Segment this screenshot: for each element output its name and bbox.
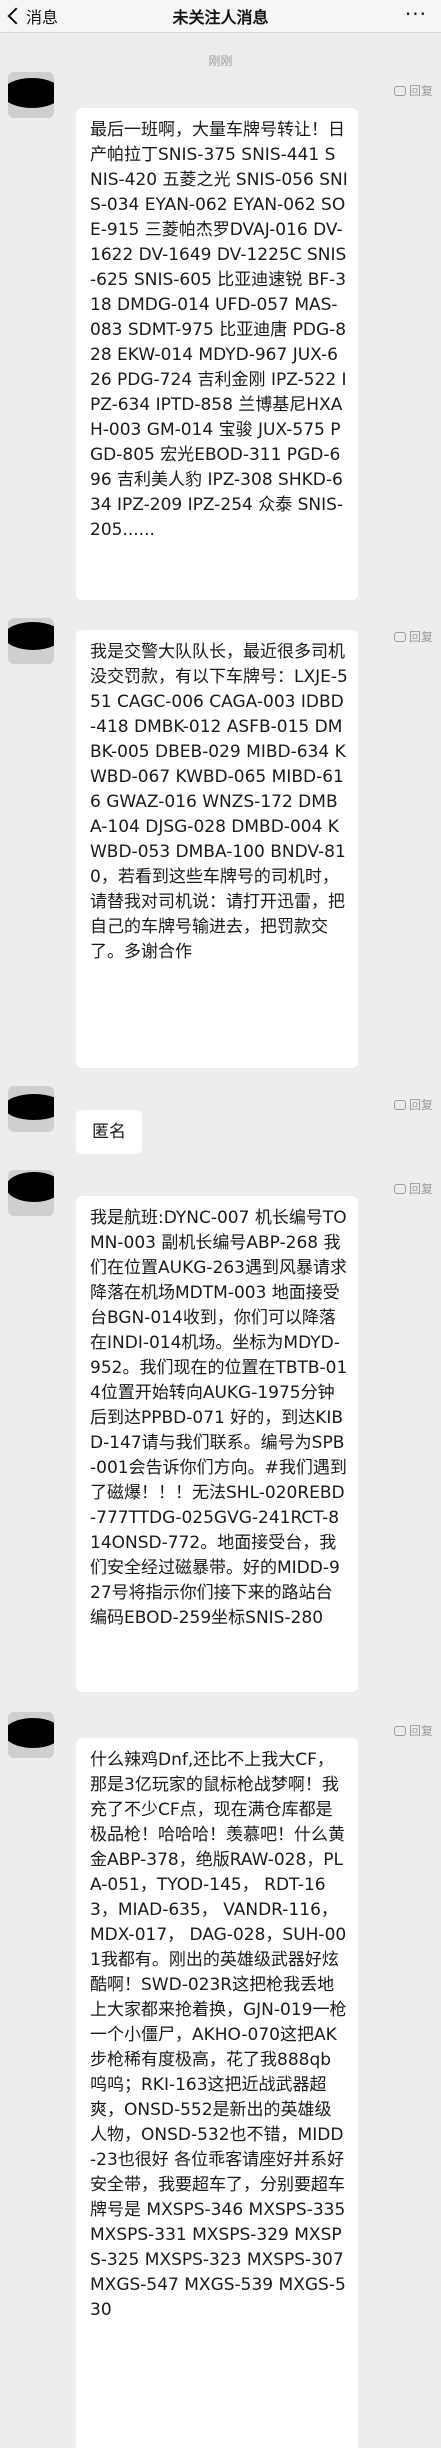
reply-icon — [393, 1183, 406, 1194]
reply-label: 回复 — [408, 1724, 433, 1738]
timestamp: 刚刚 — [208, 54, 233, 68]
reply-button[interactable]: 回复 — [393, 82, 433, 99]
message-bubble: 匿名 — [76, 1110, 142, 1154]
message-bubble: 什么辣鸡Dnf,还比不上我大CF，那是3亿玩家的鼠标枪战梦啊！我充了不少CF点，… — [76, 1738, 358, 2448]
message-bubble: 我是交警大队队长，最近很多司机没交罚款，有以下车牌号：LXJE-551 CAGC… — [76, 630, 358, 1068]
reply-label: 回复 — [408, 630, 433, 644]
message-bubble: 我是航班:DYNC-007 机长编号TOMN-003 副机长编号ABP-268 … — [76, 1196, 358, 1692]
redaction-scribble — [8, 622, 54, 650]
avatar[interactable] — [8, 618, 54, 664]
redaction-scribble — [8, 1094, 54, 1120]
redaction-scribble — [8, 78, 54, 108]
reply-icon — [393, 85, 406, 96]
avatar[interactable] — [8, 72, 54, 118]
page-title: 未关注人消息 — [172, 8, 269, 27]
reply-icon — [393, 1099, 406, 1110]
reply-icon — [393, 1725, 406, 1736]
reply-button[interactable]: 回复 — [393, 1096, 433, 1113]
reply-button[interactable]: 回复 — [393, 1180, 433, 1197]
redaction-scribble — [8, 1172, 54, 1202]
reply-label: 回复 — [408, 1098, 433, 1112]
reply-label: 回复 — [408, 84, 433, 98]
avatar[interactable] — [8, 1170, 54, 1216]
reply-button[interactable]: 回复 — [393, 1722, 433, 1739]
message-bubble: 最后一班啊，大量车牌号转让！日产帕拉丁SNIS-375 SNIS-441 SNI… — [76, 108, 358, 600]
more-icon[interactable]: ··· — [405, 2, 427, 26]
redaction-scribble — [8, 1718, 54, 1748]
reply-button[interactable]: 回复 — [393, 628, 433, 645]
reply-label: 回复 — [408, 1182, 433, 1196]
reply-icon — [393, 631, 406, 642]
top-bar: 消息 未关注人消息 ··· — [0, 0, 441, 33]
avatar[interactable] — [8, 1086, 54, 1132]
avatar[interactable] — [8, 1712, 54, 1758]
